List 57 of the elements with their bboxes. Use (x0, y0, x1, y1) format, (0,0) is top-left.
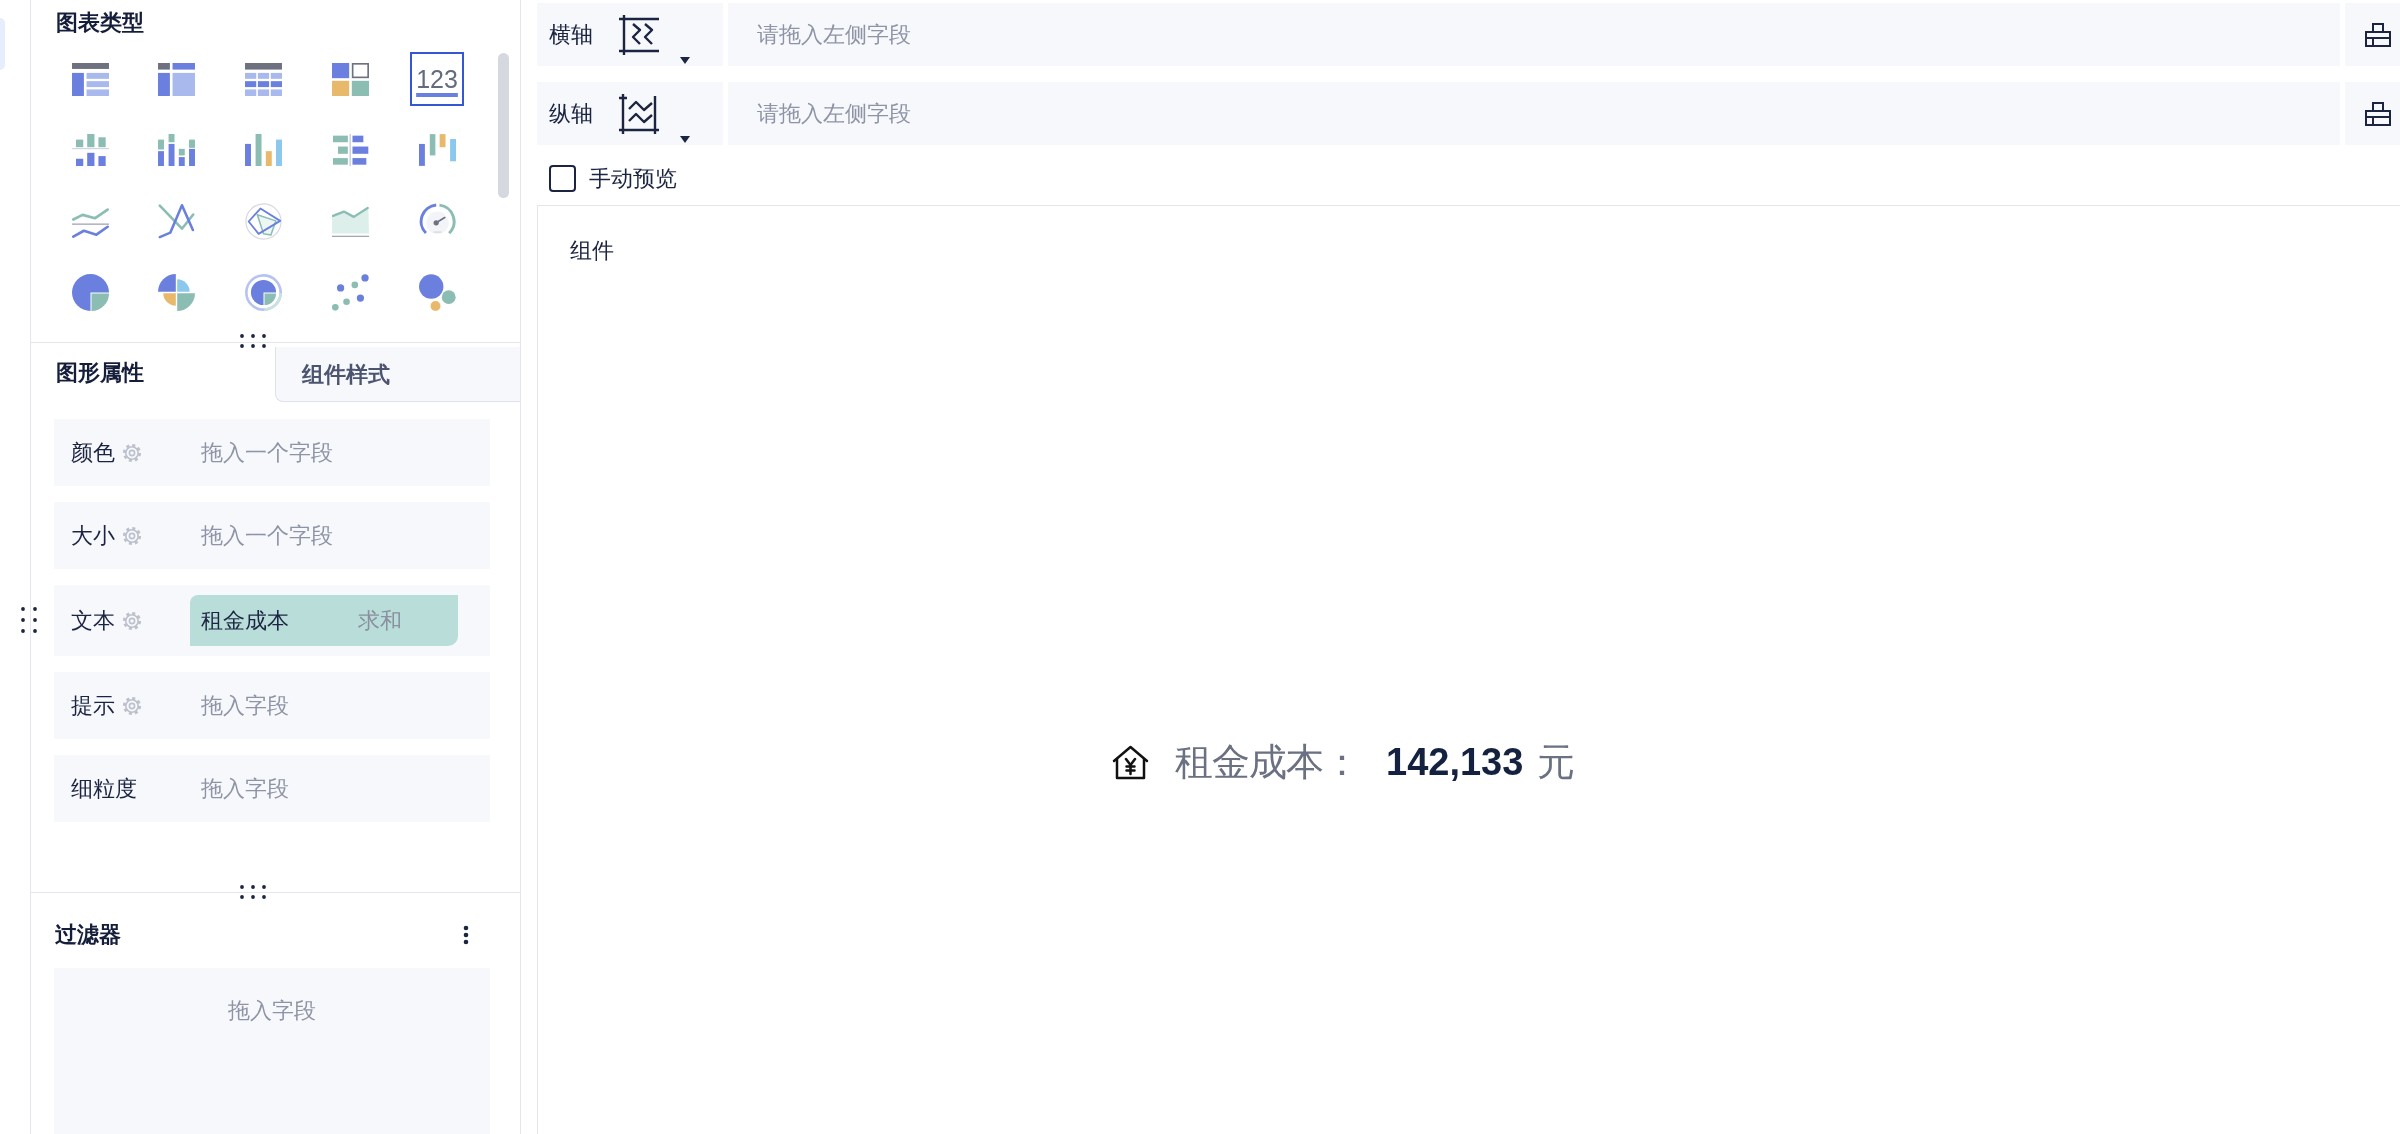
checkbox[interactable] (549, 165, 576, 192)
section-title: 图表类型 (56, 9, 144, 37)
chart-type-button[interactable]: 123 (410, 52, 464, 106)
house-icon (1112, 745, 1149, 780)
waterfall-chart-icon (418, 134, 456, 166)
scatter-plot-icon (331, 273, 369, 311)
canvas-title: 组件 (570, 239, 614, 263)
pie-chart-icon (71, 273, 109, 311)
axis-label: 纵轴 (549, 100, 593, 128)
drop-zone[interactable]: 拖入一个字段 (190, 436, 490, 469)
more-options-icon[interactable] (463, 925, 469, 945)
tab[interactable]: 组件样式 (274, 347, 520, 402)
property-label: 细粒度 (71, 775, 137, 803)
briefcase-icon (2365, 101, 2391, 126)
scrollbar[interactable] (498, 53, 509, 198)
caret-icon[interactable] (680, 57, 690, 64)
area-chart-icon (331, 204, 369, 238)
briefcase-icon (2365, 22, 2391, 47)
drop-zone[interactable]: 请拖入左侧字段 (728, 82, 2340, 145)
x-axis-icon[interactable] (619, 14, 659, 55)
drop-zone[interactable]: 拖入字段 (54, 968, 490, 1134)
drag-handle-icon[interactable] (240, 334, 266, 348)
stacked-bar-chart-icon (158, 134, 196, 166)
property-label: 颜色 (71, 439, 115, 467)
butterfly-chart-icon (331, 134, 369, 166)
caret-icon[interactable] (680, 136, 690, 143)
metric-label: 租金成本： (1175, 740, 1360, 785)
bar-chart-icon (245, 134, 282, 166)
pivot-table-icon (158, 62, 196, 96)
aggregation-label: 求和 (358, 607, 402, 635)
grid-table-icon (245, 62, 282, 96)
donut-chart-icon (245, 273, 282, 311)
property-label: 文本 (71, 607, 115, 635)
drag-handle-icon[interactable] (21, 607, 37, 633)
metric-value: 142,133 (1386, 740, 1524, 785)
checkbox-label[interactable]: 手动预览 (589, 162, 677, 195)
field-name: 租金成本 (201, 607, 289, 635)
drag-handle-icon[interactable] (240, 885, 266, 899)
property-label: 大小 (71, 522, 115, 550)
property-label: 提示 (71, 692, 115, 720)
drop-zone[interactable]: 拖入字段 (190, 689, 490, 722)
axis-label: 横轴 (549, 21, 593, 49)
section-title: 过滤器 (55, 921, 121, 949)
rose-chart-icon (158, 273, 196, 311)
table-icon (71, 62, 109, 96)
tile-chart-icon (331, 62, 369, 96)
radar-chart-icon (245, 202, 282, 240)
drop-zone[interactable]: 拖入字段 (190, 772, 490, 805)
line-chart-icon (158, 203, 196, 239)
axis-tool-button[interactable] (2345, 3, 2400, 66)
bubble-chart-icon (418, 273, 456, 311)
axis-tool-button[interactable] (2345, 82, 2400, 145)
y-axis-icon[interactable] (619, 93, 659, 134)
drop-zone[interactable]: 请拖入左侧字段 (728, 3, 2340, 66)
diverging-bar-chart-icon (71, 134, 109, 166)
drop-zone[interactable]: 拖入一个字段 (190, 519, 490, 552)
metric-unit: 元 (1537, 740, 1576, 785)
